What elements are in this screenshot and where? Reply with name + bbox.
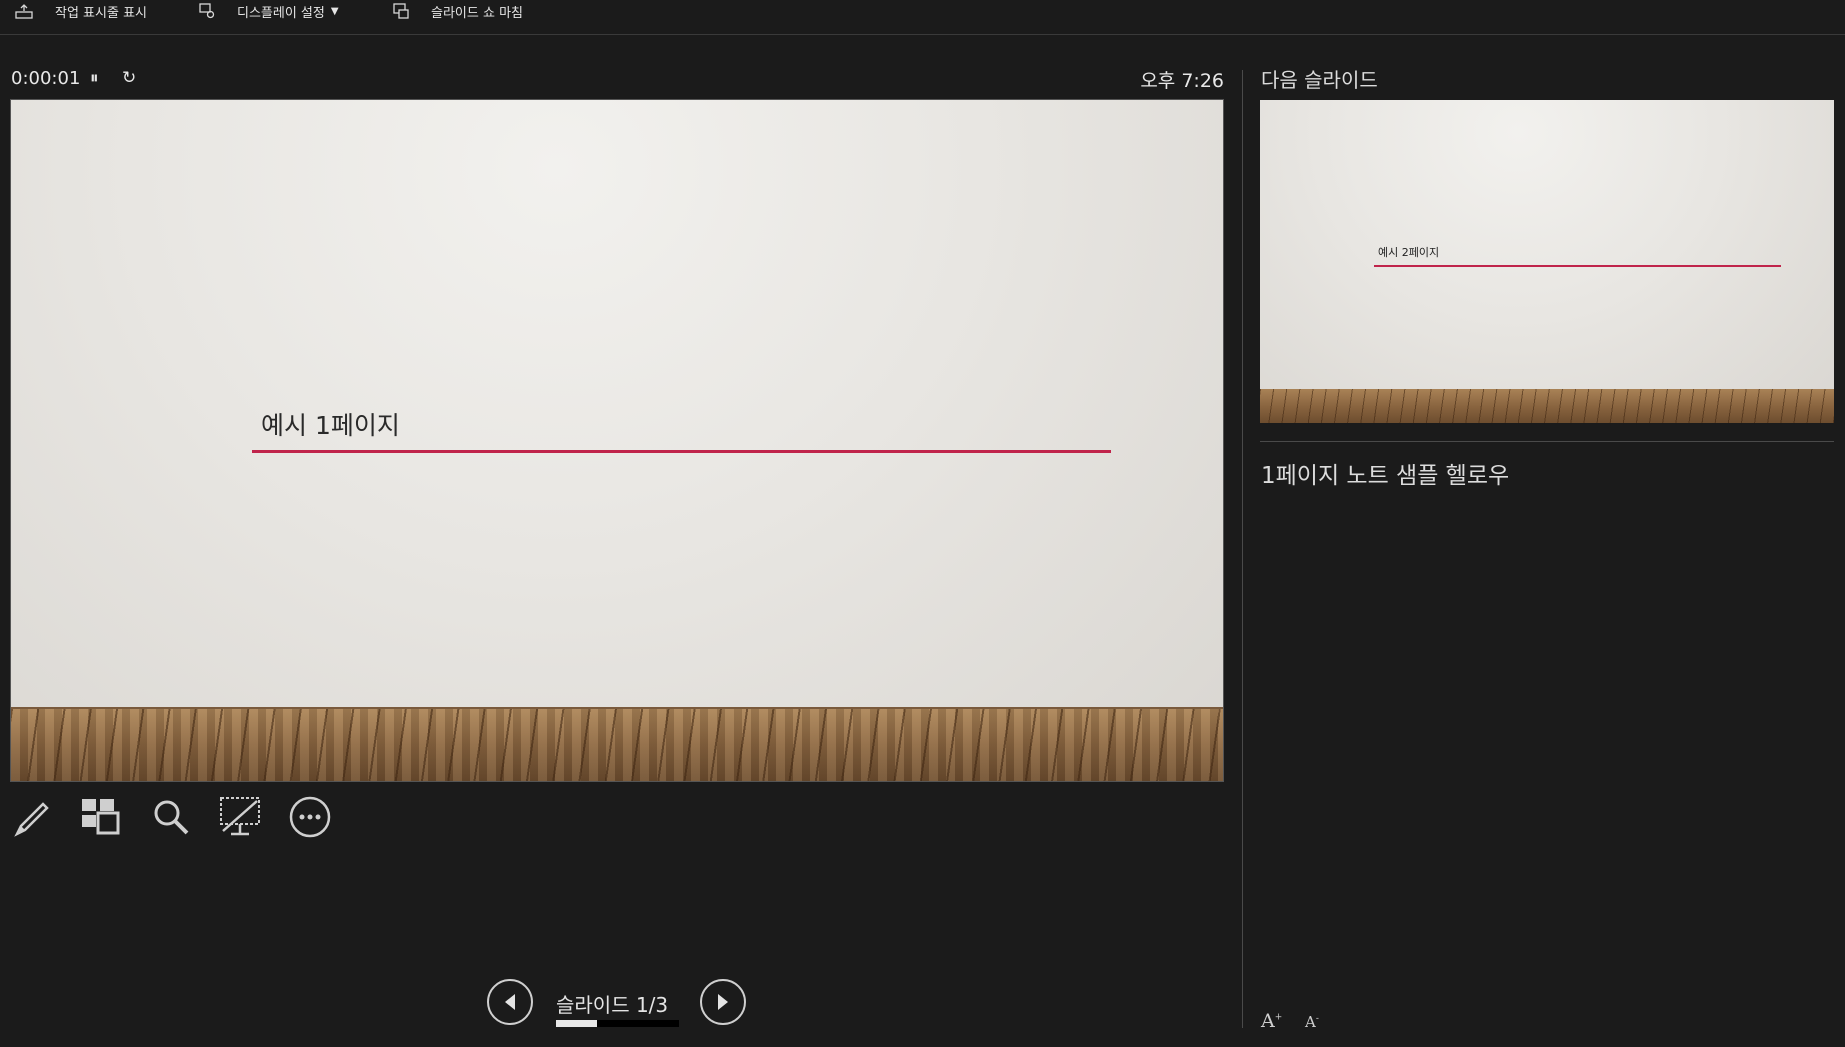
display-settings-label: 디스플레이 설정	[237, 5, 325, 21]
display-settings-icon	[199, 3, 215, 19]
pause-icon: ⏸	[90, 68, 99, 88]
triangle-right-icon	[718, 994, 728, 1010]
clock: 오후 7:26	[1140, 70, 1224, 92]
see-all-slides-button[interactable]	[78, 795, 122, 839]
panel-divider[interactable]	[1242, 70, 1243, 1028]
more-options-icon	[289, 796, 331, 838]
chevron-down-icon: ▼	[330, 5, 339, 17]
next-slide-underline	[1374, 265, 1781, 267]
end-slideshow-label: 슬라이드 쇼 마침	[431, 5, 523, 21]
show-taskbar-label: 작업 표시줄 표시	[55, 5, 147, 21]
elapsed-timer: 0:00:01	[11, 68, 81, 89]
slide-counter: 슬라이드 1/3	[556, 993, 669, 1017]
restart-timer-button[interactable]: ↻	[122, 68, 136, 88]
end-slideshow-button[interactable]: 슬라이드 쇼 마침	[393, 0, 523, 22]
next-slide-button[interactable]	[700, 979, 746, 1025]
presenter-toolbar: 작업 표시줄 표시 디스플레이 설정 ▼ 슬라이드 쇼 마침	[0, 0, 1845, 35]
next-slide-title: 예시 2페이지	[1378, 246, 1440, 259]
zoom-icon	[154, 800, 189, 835]
pen-icon	[14, 802, 49, 837]
taskbar-icon	[15, 4, 33, 19]
increase-font-button[interactable]: A+	[1261, 1010, 1282, 1032]
notes-divider	[1260, 441, 1834, 442]
more-options-button[interactable]	[288, 795, 332, 839]
font-increase-icon: A+	[1261, 1010, 1283, 1032]
previous-slide-button[interactable]	[487, 979, 533, 1025]
black-screen-button[interactable]	[218, 795, 262, 839]
slide-progress-bar	[556, 1020, 679, 1027]
triangle-left-icon	[505, 994, 515, 1010]
slide-title: 예시 1페이지	[261, 411, 400, 440]
next-slide-header: 다음 슬라이드	[1261, 68, 1378, 92]
wood-floor	[11, 709, 1223, 781]
restart-icon: ↻	[122, 68, 137, 88]
speaker-notes[interactable]: 1페이지 노트 샘플 헬로우	[1261, 456, 1509, 490]
current-slide[interactable]: 예시 1페이지	[10, 99, 1224, 782]
show-taskbar-button[interactable]: 작업 표시줄 표시	[15, 0, 147, 22]
all-slides-icon	[82, 799, 120, 835]
title-underline	[252, 450, 1111, 453]
black-screen-icon	[220, 797, 260, 836]
pen-tool-button[interactable]	[10, 795, 54, 839]
slide-progress-fill	[556, 1020, 597, 1027]
next-slide-preview[interactable]: 예시 2페이지	[1260, 100, 1834, 423]
next-slide-floor	[1260, 389, 1834, 423]
font-decrease-icon: A-	[1305, 1013, 1319, 1031]
decrease-font-button[interactable]: A-	[1305, 1013, 1319, 1031]
pause-timer-button[interactable]: ⏸	[90, 68, 99, 88]
end-slideshow-icon	[393, 3, 409, 19]
display-settings-button[interactable]: 디스플레이 설정 ▼	[199, 0, 339, 22]
zoom-button[interactable]	[149, 795, 193, 839]
